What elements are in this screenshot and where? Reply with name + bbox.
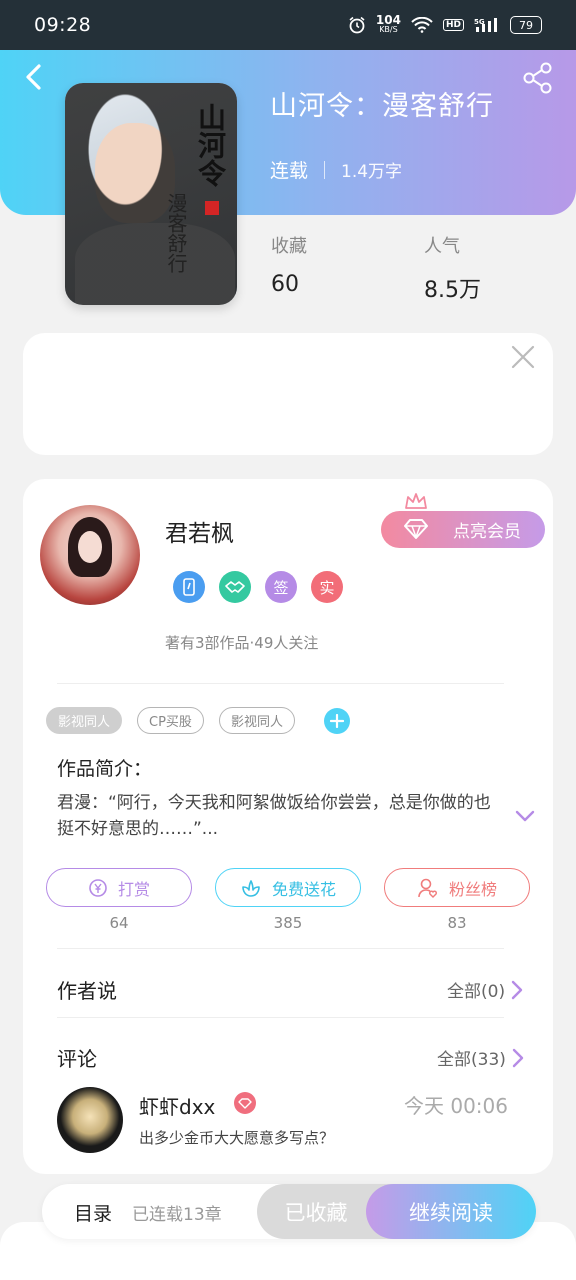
yen-icon — [89, 878, 107, 897]
expand-intro-button[interactable] — [514, 805, 536, 827]
cover-subtitle-calligraphy: 漫客舒行 — [164, 193, 188, 273]
network-speed: 104 KB/S — [375, 13, 401, 34]
share-icon — [523, 62, 552, 94]
stat-popularity: 人气 8.5万 — [424, 236, 481, 303]
author-badges: 签 实 — [173, 571, 343, 603]
fan-count: 83 — [447, 914, 467, 932]
vip-diamond-icon — [234, 1092, 256, 1114]
book-status: 连载 — [270, 160, 309, 182]
signal-icon: 5G — [474, 17, 500, 33]
add-tag-button[interactable] — [323, 707, 350, 734]
close-ad-button[interactable] — [510, 344, 536, 370]
author-avatar[interactable] — [40, 505, 140, 605]
status-time: 09:28 — [34, 14, 92, 36]
close-icon — [511, 345, 535, 369]
plus-icon — [329, 713, 344, 728]
alarm-icon — [348, 16, 366, 34]
tag-item[interactable]: CP买股 — [137, 707, 204, 734]
chevron-down-icon — [515, 810, 535, 822]
stat-favorites: 收藏 60 — [271, 236, 307, 297]
comment-username[interactable]: 虾虾dxx — [139, 1091, 215, 1120]
verified-badge-icon[interactable]: 实 — [311, 571, 343, 603]
chapter-count[interactable]: 已连载13章 — [132, 1200, 222, 1225]
author-name[interactable]: 君若枫 — [165, 514, 234, 548]
flower-count: 385 — [273, 914, 303, 932]
tag-list: 影视同人 CP买股 影视同人 — [46, 707, 350, 734]
cover-title-calligraphy: 山河令 — [194, 103, 227, 187]
table-of-contents-button[interactable]: 目录 — [74, 1199, 112, 1226]
diamond-icon — [403, 519, 429, 544]
status-bar: 09:28 104 KB/S HD 5G 79 — [0, 0, 576, 50]
tag-item[interactable]: 影视同人 — [218, 707, 295, 734]
book-meta: 连载 1.4万字 — [270, 156, 402, 183]
hd-icon: HD — [442, 19, 464, 31]
send-flower-button[interactable]: 免费送花 — [215, 868, 361, 907]
comments-all-link[interactable]: 全部(33) — [437, 1045, 524, 1070]
share-button[interactable] — [522, 62, 554, 94]
flower-icon — [242, 879, 260, 897]
divider — [57, 948, 504, 949]
divider — [57, 683, 504, 684]
phone-badge-icon[interactable] — [173, 571, 205, 603]
book-word-count: 1.4万字 — [341, 162, 403, 182]
chevron-right-icon — [512, 1048, 524, 1067]
tip-count: 64 — [109, 914, 129, 932]
battery-icon: 79 — [510, 16, 542, 34]
activate-vip-button[interactable]: 点亮会员 — [381, 511, 545, 548]
wifi-icon — [411, 17, 433, 33]
comment-time: 今天 00:06 — [404, 1094, 508, 1118]
book-cover[interactable]: 山河令 漫客舒行 — [65, 83, 237, 305]
back-button[interactable] — [20, 62, 50, 92]
red-seal-icon — [205, 201, 219, 215]
handshake-badge-icon[interactable] — [219, 571, 251, 603]
fan-ranking-button[interactable]: 粉丝榜 — [384, 868, 530, 907]
author-stats: 著有3部作品·49人关注 — [165, 634, 319, 652]
intro-label: 作品简介： — [57, 758, 153, 780]
comments-title: 评论 — [57, 1047, 97, 1071]
intro-text: 君漫：“阿行，今天我和阿絮做饭给你尝尝，总是你做的也挺不好意思的……”... — [57, 793, 491, 839]
tip-button[interactable]: 打赏 — [46, 868, 192, 907]
fan-icon — [418, 878, 437, 898]
sign-badge-icon[interactable]: 签 — [265, 571, 297, 603]
chevron-right-icon — [511, 980, 523, 999]
book-title: 山河令：漫客舒行 — [270, 91, 494, 122]
author-says-all-link[interactable]: 全部(0) — [447, 977, 523, 1002]
tag-item[interactable]: 影视同人 — [46, 707, 123, 734]
divider — [57, 1017, 504, 1018]
continue-reading-button[interactable]: 继续阅读 — [366, 1184, 536, 1239]
comment-text[interactable]: 出多少金币大大愿意多写点？ — [139, 1127, 334, 1148]
ad-banner[interactable] — [23, 333, 553, 455]
chevron-left-icon — [26, 64, 41, 90]
author-says-title: 作者说 — [57, 979, 117, 1003]
comment-avatar[interactable] — [57, 1087, 123, 1153]
